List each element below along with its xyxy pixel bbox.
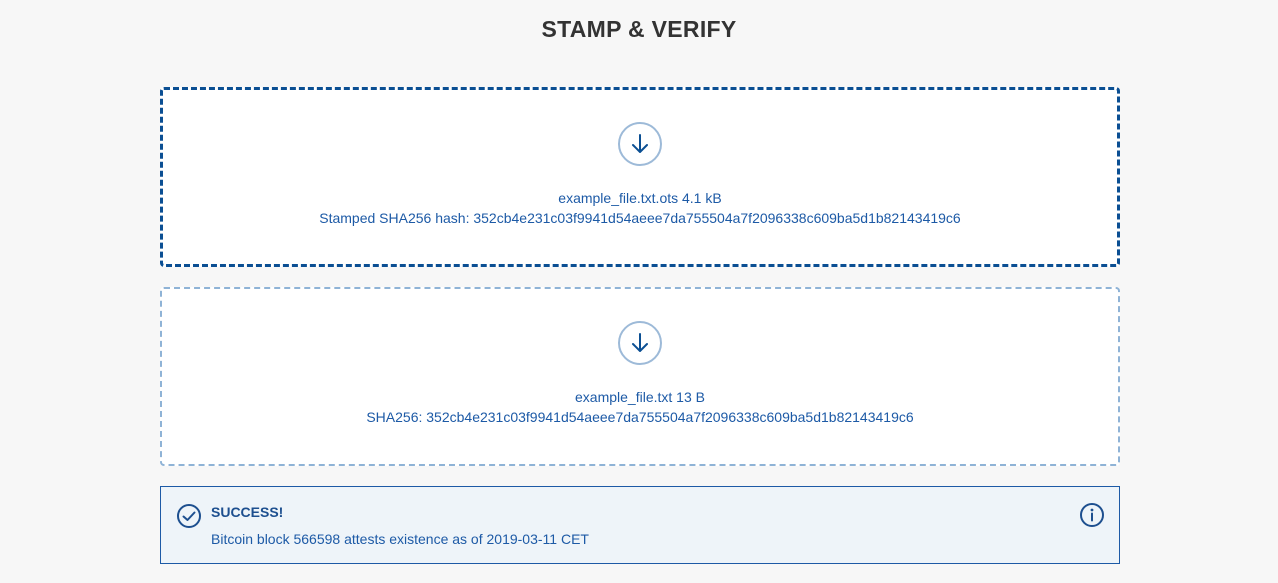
page-title: STAMP & VERIFY <box>541 16 737 42</box>
proof-hash-info: Stamped SHA256 hash: 352cb4e231c03f9941d… <box>319 210 961 226</box>
original-file-dropzone[interactable]: example_file.txt 13 B SHA256: 352cb4e231… <box>160 287 1120 466</box>
original-hash-info: SHA256: 352cb4e231c03f9941d54aeee7da7555… <box>366 409 914 425</box>
check-circle-icon <box>176 503 202 534</box>
ots-proof-dropzone[interactable]: example_file.txt.ots 4.1 kB Stamped SHA2… <box>160 87 1120 267</box>
verification-result-alert: SUCCESS! Bitcoin block 566598 attests ex… <box>160 486 1120 564</box>
info-circle-icon[interactable] <box>1079 502 1105 533</box>
result-message: Bitcoin block 566598 attests existence a… <box>211 531 589 547</box>
download-arrow-icon <box>618 122 662 166</box>
original-file-info: example_file.txt 13 B <box>575 389 705 405</box>
proof-file-info: example_file.txt.ots 4.1 kB <box>558 190 722 206</box>
download-arrow-icon <box>618 321 662 365</box>
result-title: SUCCESS! <box>211 504 284 520</box>
